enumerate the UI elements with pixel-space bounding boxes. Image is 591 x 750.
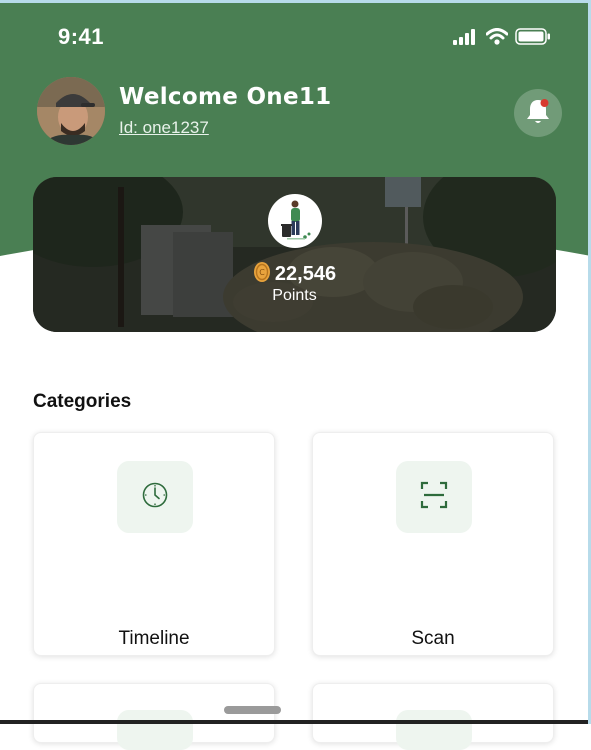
category-icon-box: [396, 710, 472, 750]
welcome-text: Welcome One11: [119, 84, 332, 110]
status-icons: [453, 28, 551, 50]
coin-icon: C: [253, 261, 271, 288]
points-row: C 22,546: [33, 261, 556, 288]
status-bar: 9:41: [0, 0, 591, 70]
battery-icon: [515, 28, 551, 50]
wifi-icon: [485, 28, 509, 50]
signal-icon: [453, 28, 479, 50]
category-card-timeline[interactable]: Timeline: [33, 432, 275, 656]
category-label: Scan: [411, 628, 455, 649]
categories-title: Categories: [33, 391, 132, 412]
category-card-scan[interactable]: Scan: [312, 432, 554, 656]
category-icon-box: [117, 710, 193, 750]
points-label: Points: [272, 287, 317, 304]
status-time: 9:41: [58, 24, 105, 49]
scan-icon: [419, 480, 449, 515]
bottom-edge: [0, 720, 591, 724]
user-id-link[interactable]: Id: one1237: [119, 118, 209, 138]
svg-text:C: C: [259, 268, 265, 277]
bell-icon: [525, 97, 551, 130]
home-indicator[interactable]: [224, 706, 281, 714]
category-icon-box: [117, 461, 193, 533]
recycling-person-icon: [268, 194, 322, 248]
points-value: 22,546: [274, 263, 337, 285]
avatar[interactable]: [37, 77, 105, 145]
category-label: Timeline: [118, 628, 190, 649]
category-icon-box: [396, 461, 472, 533]
notification-button[interactable]: [514, 89, 562, 137]
points-card[interactable]: C 22,546 Points: [33, 177, 556, 332]
category-card-partial-right[interactable]: [312, 683, 554, 750]
clock-icon: [141, 481, 169, 514]
